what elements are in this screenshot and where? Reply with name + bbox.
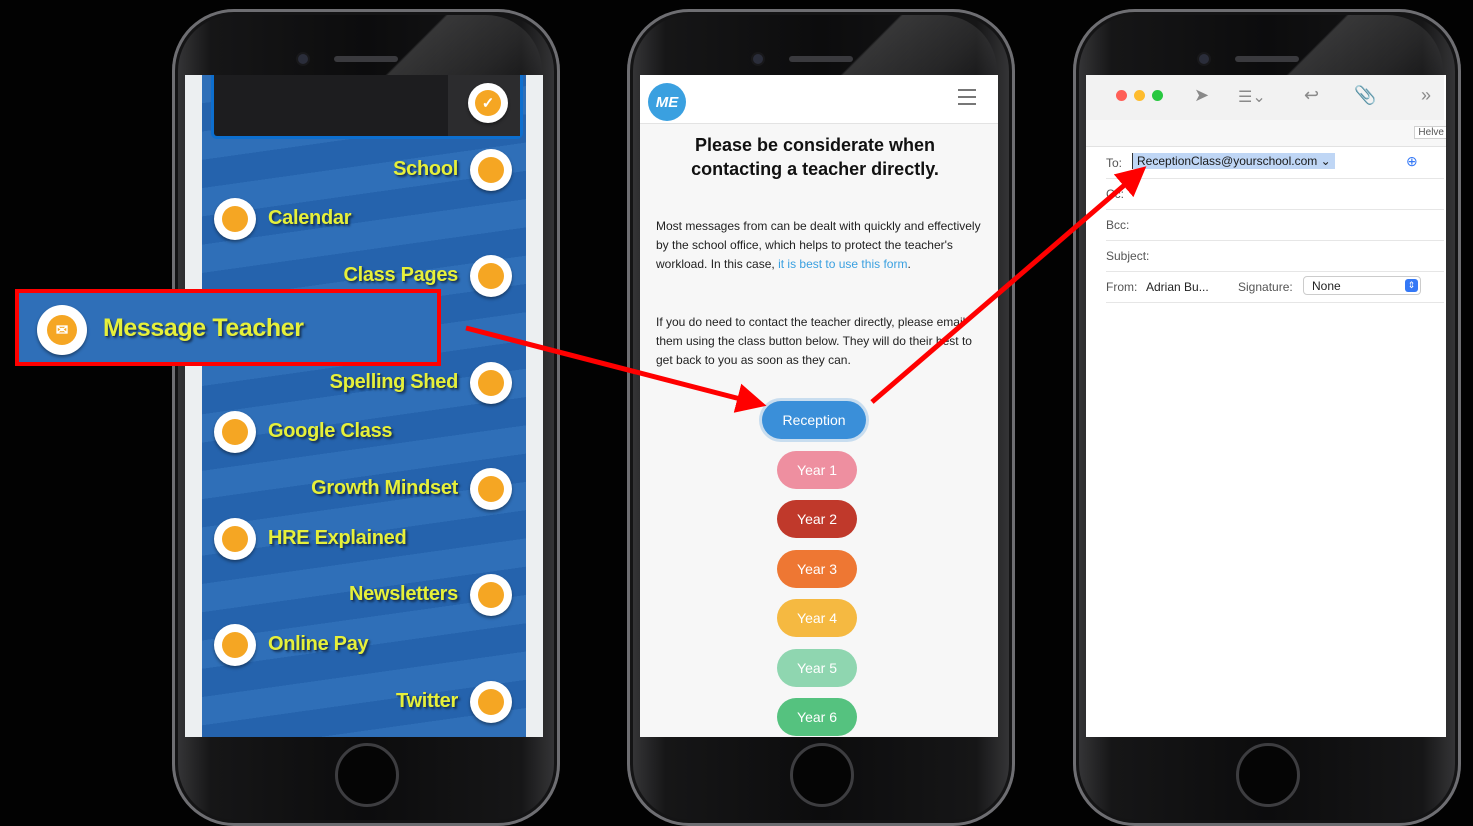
site-logo[interactable]: ME: [648, 83, 686, 121]
class-button-year-1[interactable]: Year 1: [777, 451, 857, 489]
lightbulb-icon: [470, 468, 512, 510]
menu-item-label: Twitter: [396, 690, 458, 712]
menu-item-label: Newsletters: [349, 583, 458, 605]
speaker: [789, 56, 853, 62]
google-class-icon: [214, 411, 256, 453]
mail-toolbar: ➤ ☰⌄ ↩ 📎 »: [1086, 75, 1444, 120]
menu-item-label: Online Pay: [268, 633, 369, 655]
calendar-icon: [214, 198, 256, 240]
class-pages-icon: [470, 255, 512, 297]
message-teacher-highlight[interactable]: ✉ Message Teacher: [15, 289, 441, 366]
menu-item-school[interactable]: School: [202, 147, 526, 193]
site-header: ME: [640, 75, 998, 124]
class-button-year-3[interactable]: Year 3: [777, 550, 857, 588]
menu-item-growth-mindset[interactable]: Growth Mindset: [202, 466, 526, 512]
signature-select[interactable]: None ⇕: [1303, 276, 1421, 295]
phone-frame-web: ME Please be considerate when contacting…: [627, 9, 1015, 826]
to-row: To: ReceptionClass@yourschool.com ⌄ ⊕: [1106, 147, 1444, 179]
newsletter-icon: [470, 574, 512, 616]
phone-frame-app: ✓ School Calendar Class Pages Spelling Shed…: [172, 9, 560, 826]
menu-item-spelling-shed[interactable]: Spelling Shed: [202, 360, 526, 406]
twitter-icon: [470, 681, 512, 723]
speaker: [1235, 56, 1299, 62]
menu-item-label: School: [393, 158, 458, 180]
zoom-window-icon[interactable]: [1152, 90, 1163, 101]
speaker: [334, 56, 398, 62]
home-button[interactable]: [335, 743, 399, 807]
spelling-shed-icon: [470, 362, 512, 404]
menu-item-label: HRE Explained: [268, 527, 407, 549]
menu-item-label: Class Pages: [343, 264, 458, 286]
bcc-row[interactable]: Bcc:: [1106, 209, 1444, 241]
menu-item-google-class[interactable]: Google Class: [202, 409, 526, 455]
hamburger-menu-icon[interactable]: [958, 89, 976, 105]
format-bar: Helve: [1086, 120, 1446, 147]
home-check-icon[interactable]: ✓: [468, 83, 508, 123]
menu-item-online-pay[interactable]: Online Pay: [202, 622, 526, 668]
contact-form-link[interactable]: it is best to use this form: [778, 257, 907, 271]
class-button-reception[interactable]: Reception: [762, 401, 866, 439]
www-icon: [470, 149, 512, 191]
heart-icon: [214, 518, 256, 560]
more-icon[interactable]: »: [1421, 85, 1431, 106]
front-camera: [298, 54, 308, 64]
menu-item-newsletters[interactable]: Newsletters: [202, 572, 526, 618]
app-menu: ✓ School Calendar Class Pages Spelling Shed…: [202, 75, 526, 737]
select-chevron-icon: ⇕: [1405, 279, 1418, 292]
close-window-icon[interactable]: [1116, 90, 1127, 101]
send-icon[interactable]: ➤: [1194, 85, 1209, 106]
minimize-window-icon[interactable]: [1134, 90, 1145, 101]
class-button-year-2[interactable]: Year 2: [777, 500, 857, 538]
webpage-screen: ME Please be considerate when contacting…: [640, 75, 998, 737]
to-recipient-token[interactable]: ReceptionClass@yourschool.com ⌄: [1132, 153, 1335, 169]
menu-item-label: Calendar: [268, 207, 352, 229]
mail-compose-screen: ➤ ☰⌄ ↩ 📎 » Helve To: ReceptionClass@your…: [1086, 75, 1446, 737]
class-button-year-6[interactable]: Year 6: [777, 698, 857, 736]
menu-item-label: Google Class: [268, 420, 393, 442]
class-button-year-5[interactable]: Year 5: [777, 649, 857, 687]
phone-frame-mail: ➤ ☰⌄ ↩ 📎 » Helve To: ReceptionClass@your…: [1073, 9, 1461, 826]
message-teacher-label: Message Teacher: [103, 314, 304, 342]
payment-icon: [214, 624, 256, 666]
envelope-icon: ✉: [37, 305, 87, 355]
menu-item-hre-explained[interactable]: HRE Explained: [202, 516, 526, 562]
front-camera: [1199, 54, 1209, 64]
subject-row[interactable]: Subject:: [1106, 240, 1444, 272]
menu-item-calendar[interactable]: Calendar: [202, 196, 526, 242]
home-button[interactable]: [1236, 743, 1300, 807]
cc-row[interactable]: Cc:: [1106, 178, 1444, 210]
class-button-year-4[interactable]: Year 4: [777, 599, 857, 637]
school-app-screen: ✓ School Calendar Class Pages Spelling Shed…: [185, 75, 543, 737]
menu-item-twitter[interactable]: Twitter: [202, 679, 526, 725]
list-format-icon[interactable]: ☰⌄: [1238, 87, 1266, 107]
reply-icon[interactable]: ↩: [1304, 85, 1319, 106]
attachment-icon[interactable]: 📎: [1354, 85, 1376, 106]
app-header-box: ✓: [211, 75, 523, 139]
from-value[interactable]: Adrian Bu...: [1146, 280, 1209, 294]
home-button[interactable]: [790, 743, 854, 807]
intro-paragraph: Most messages from can be dealt with qui…: [656, 219, 981, 271]
menu-item-label: Spelling Shed: [329, 371, 459, 393]
front-camera: [753, 54, 763, 64]
direct-contact-paragraph: If you do need to contact the teacher di…: [656, 315, 972, 367]
menu-item-label: Growth Mindset: [311, 477, 458, 499]
font-selector[interactable]: Helve: [1414, 126, 1446, 139]
from-row: From: Adrian Bu... Signature: None ⇕: [1106, 271, 1444, 303]
page-heading: Please be considerate when contacting a …: [691, 135, 939, 179]
add-contact-icon[interactable]: ⊕: [1406, 153, 1418, 170]
